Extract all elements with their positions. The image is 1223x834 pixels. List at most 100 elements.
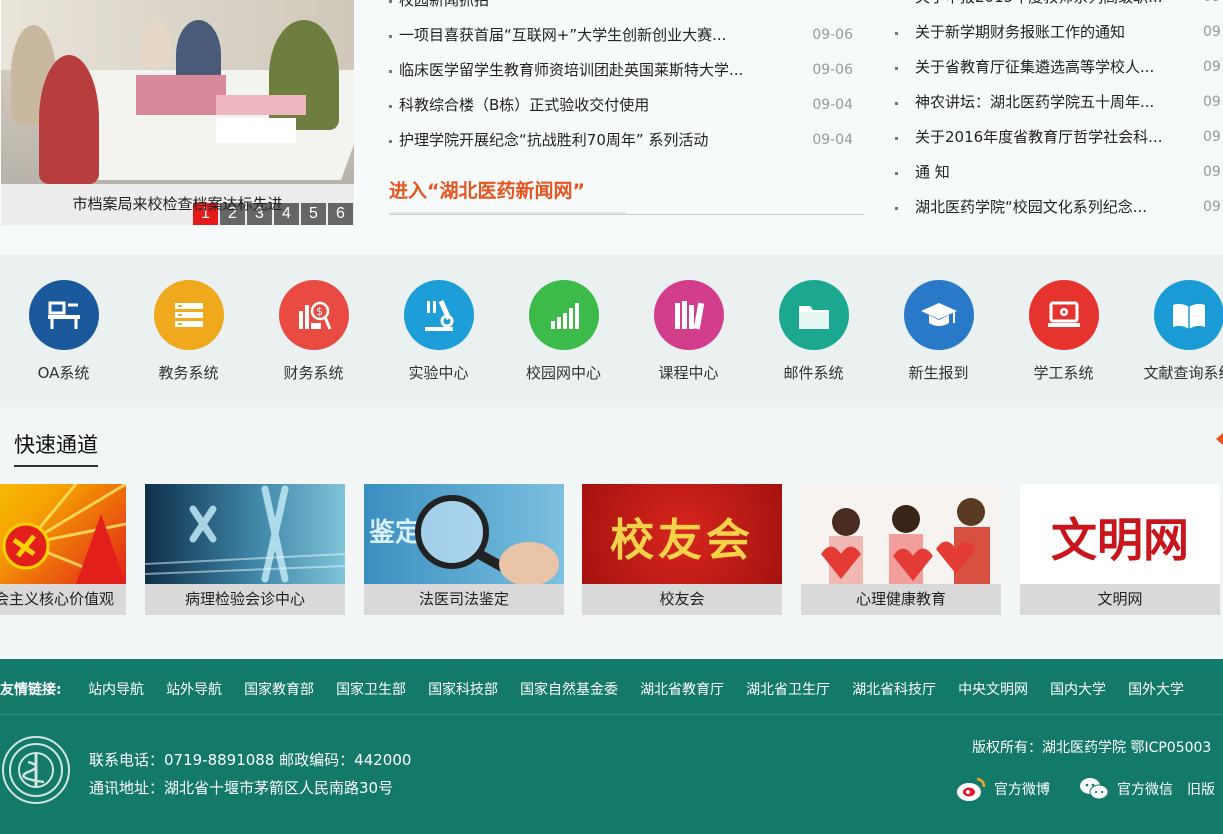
finance-icon: $ <box>278 280 349 350</box>
news-date: 09-06 <box>812 27 853 43</box>
signal-icon <box>528 280 599 350</box>
notice-date: 09 <box>1203 199 1221 215</box>
notice-date: 09 <box>1203 24 1221 40</box>
system-laptop-gear[interactable]: 学工系统 <box>1001 280 1126 383</box>
news-item[interactable]: 科教综合楼（B栋）正式验收交付使用 09-04 <box>389 88 864 123</box>
friend-link[interactable]: 湖北省科技厅 <box>852 682 936 698</box>
system-label: 课程中心 <box>658 364 719 382</box>
weibo-link[interactable]: 官方微博 <box>956 776 1050 802</box>
system-label: 财务系统 <box>283 364 344 382</box>
quick-card-label: 校友会 <box>582 584 782 615</box>
copyright: 版权所有：湖北医药学院 鄂ICP05003 <box>972 740 1212 756</box>
system-graduation-cap[interactable]: 新生报到 <box>876 280 1001 383</box>
friend-link[interactable]: 中央文明网 <box>958 682 1028 698</box>
system-shortcuts: OA系统 教务系统 $ 财务系统 实验中心 校园网中心 课程中心 邮件系统 新生报到 学工系统 文献… <box>0 255 1223 407</box>
news-title: 一项目喜获首届“互联网+”大学生创新创业大赛... <box>399 26 727 44</box>
news-item[interactable]: 校园新闻抓拍 <box>389 0 864 18</box>
notice-title: 关于省教育厅征集遴选高等学校人... <box>915 58 1155 76</box>
system-label: 校园网中心 <box>525 364 601 382</box>
quick-card-alumni[interactable]: 校友会 校友会 <box>582 484 782 615</box>
quick-card-label: 文明网 <box>1020 584 1220 615</box>
civilization-image: 文明网 <box>1020 484 1220 584</box>
quick-channel-section: 快速通道 社会主义核心价值观 <box>0 407 1223 659</box>
news-item[interactable]: 护理学院开展纪念“抗战胜利70周年” 系列活动 09-04 <box>389 123 864 158</box>
friend-link[interactable]: 国家卫生部 <box>336 682 406 698</box>
friend-link[interactable]: 站内导航 <box>88 682 144 698</box>
system-book-open[interactable]: 文献查询系统 <box>1126 280 1223 383</box>
notice-item[interactable]: 神农讲坛：湖北医药学院五十周年... 09 <box>895 85 1223 120</box>
friend-link[interactable]: 湖北省卫生厅 <box>746 682 830 698</box>
notice-title: 关于新学期财务报账工作的通知 <box>915 23 1126 41</box>
notice-title: 关于2016年度省教育厅哲学社会科... <box>915 128 1163 146</box>
books-icon <box>653 280 724 350</box>
notice-title: 神农讲坛：湖北医药学院五十周年... <box>915 93 1155 111</box>
friend-link[interactable]: 湖北省教育厅 <box>640 682 724 698</box>
campus-news-list: 校园新闻抓拍一项目喜获首届“互联网+”大学生创新创业大赛... 09-06 临床医学… <box>389 0 864 158</box>
notice-date: 09 <box>1203 94 1221 110</box>
enter-news-site-link[interactable]: 进入“湖北医药新闻网” <box>389 176 585 203</box>
oa-icon <box>28 280 99 350</box>
notice-item[interactable]: 关于新学期财务报账工作的通知 09 <box>895 15 1223 50</box>
notice-item[interactable]: 关于省教育厅征集遴选高等学校人... 09 <box>895 50 1223 85</box>
alumni-image: 校友会 <box>582 484 782 584</box>
news-title: 护理学院开展纪念“抗战胜利70周年” 系列活动 <box>399 131 709 149</box>
address-line: 通讯地址：湖北省十堰市茅箭区人民南路30号 <box>89 779 394 797</box>
friend-link[interactable]: 国外大学 <box>1128 682 1184 698</box>
system-label: 邮件系统 <box>783 364 844 382</box>
notice-item[interactable]: 湖北医药学院“校园文化系列纪念... 09 <box>895 190 1223 225</box>
core-values-image <box>0 484 126 584</box>
quick-card-forensic[interactable]: 鉴定 法医司法鉴定 <box>364 484 564 615</box>
notice-item[interactable]: 关于2016年度省教育厅哲学社会科... 09 <box>895 120 1223 155</box>
system-label: OA系统 <box>37 364 90 382</box>
quick-card-psychology[interactable]: 心理健康教育 <box>801 484 1001 615</box>
weixin-icon <box>1080 778 1109 800</box>
news-title: 科教综合楼（B栋）正式验收交付使用 <box>399 96 650 114</box>
friend-link[interactable]: 站外导航 <box>166 682 222 698</box>
system-label: 教务系统 <box>158 364 219 382</box>
friend-link[interactable]: 国家科技部 <box>428 682 498 698</box>
weixin-label: 官方微信 <box>1117 782 1173 798</box>
slideshow-caption[interactable]: 市档案局来校检查档案达标先进 <box>1 184 354 225</box>
photo-slideshow[interactable]: 123456 市档案局来校检查档案达标先进 <box>1 0 354 225</box>
system-finance[interactable]: $ 财务系统 <box>251 280 376 383</box>
notice-title: 关于申报2015年度教师系列高级职... <box>915 0 1162 6</box>
friend-link[interactable]: 国家教育部 <box>244 682 314 698</box>
news-section: 123456 市档案局来校检查档案达标先进 校园新闻抓拍 一项目喜获首届“互联网+… <box>0 0 1223 255</box>
notice-item[interactable]: 通 知 09 <box>895 155 1223 190</box>
friend-link[interactable]: 国内大学 <box>1050 682 1106 698</box>
carousel-prev-arrow-icon[interactable] <box>1216 433 1223 445</box>
microscope-icon <box>403 280 474 350</box>
notice-list: 关于申报2015年度教师系列高级职...09关于新学期财务报账工作的通知09关于… <box>895 0 1223 225</box>
old-version-link[interactable]: 旧版 <box>1187 779 1215 799</box>
quick-card-core-values[interactable]: 社会主义核心价值观 <box>0 484 126 615</box>
students-hearts-image <box>801 484 1001 584</box>
system-folder[interactable]: 邮件系统 <box>751 280 876 383</box>
quick-card-pathology-center[interactable]: 病理检验会诊中心 <box>145 484 345 615</box>
friend-link[interactable]: 国家自然基金委 <box>520 682 618 698</box>
slideshow-photo[interactable] <box>1 0 354 184</box>
quick-channel-title: 快速通道 <box>14 429 98 467</box>
book-open-icon <box>1153 280 1223 350</box>
system-label: 文献查询系统 <box>1143 364 1223 382</box>
news-item[interactable]: 一项目喜获首届“互联网+”大学生创新创业大赛... 09-06 <box>389 18 864 53</box>
school-logo <box>2 736 70 804</box>
news-date: 09-04 <box>812 132 853 148</box>
notice-item[interactable]: 关于申报2015年度教师系列高级职... 09 <box>895 0 1223 15</box>
laptop-gear-icon <box>1028 280 1099 350</box>
system-books[interactable]: 课程中心 <box>626 280 751 383</box>
news-item[interactable]: 临床医学留学生教育师资培训团赴英国莱斯特大学... 09-06 <box>389 53 864 88</box>
system-label: 学工系统 <box>1033 364 1094 382</box>
system-signal[interactable]: 校园网中心 <box>501 280 626 383</box>
system-microscope[interactable]: 实验中心 <box>376 280 501 383</box>
quick-card-label: 社会主义核心价值观 <box>0 584 126 615</box>
phone-line: 联系电话：0719-8891088 邮政编码：442000 <box>89 751 412 769</box>
magnifier-image: 鉴定 <box>364 484 564 584</box>
footer-divider <box>0 714 1223 715</box>
friend-links-label: 友情链接: <box>0 682 62 698</box>
system-list[interactable]: 教务系统 <box>126 280 251 383</box>
quick-card-civilization[interactable]: 文明网 文明网 <box>1020 484 1220 615</box>
graduation-cap-icon <box>903 280 974 350</box>
system-oa[interactable]: OA系统 <box>1 280 126 383</box>
weibo-label: 官方微博 <box>994 782 1050 798</box>
weixin-link[interactable]: 官方微信 旧版 <box>1079 776 1215 802</box>
